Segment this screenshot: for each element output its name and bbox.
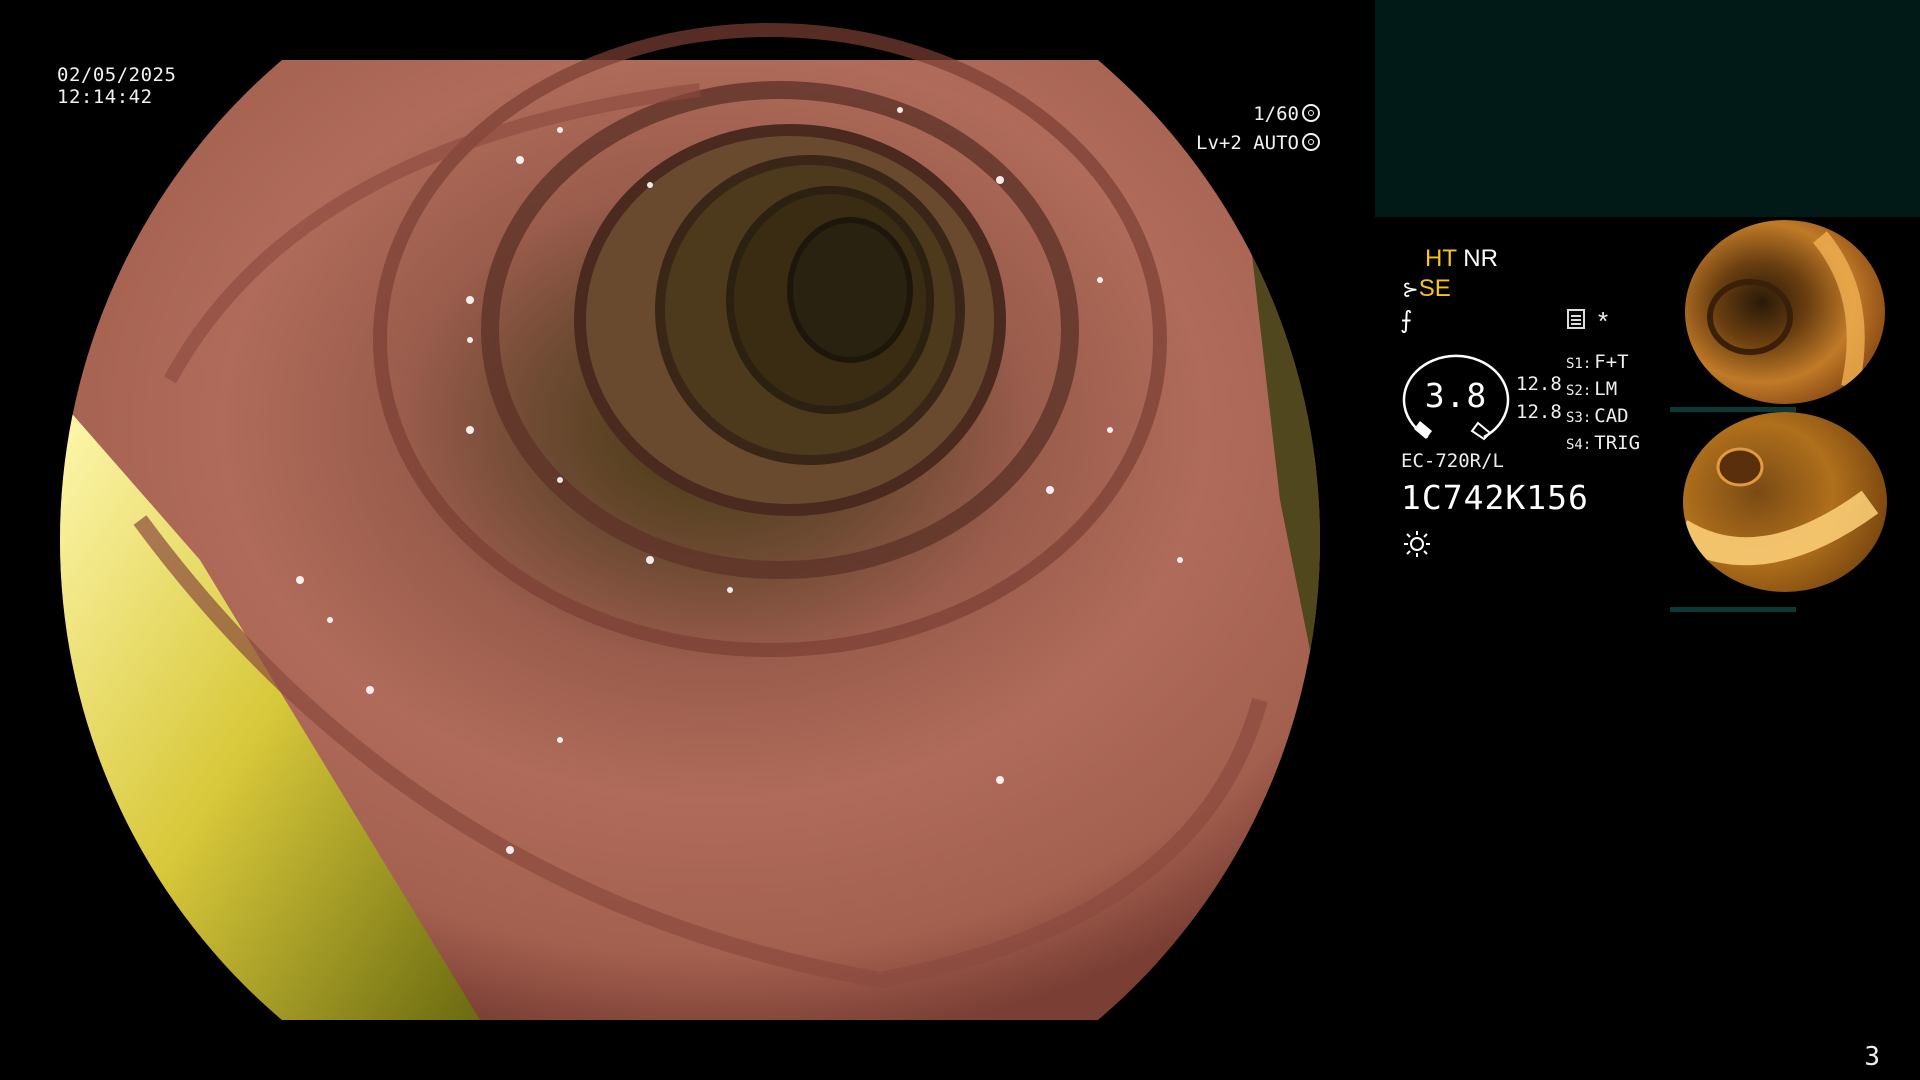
light-icon (1404, 531, 1430, 557)
timestamp: 02/05/2025 12:14:42 (57, 64, 176, 108)
brightness-text: Lv+2 AUTO (1196, 132, 1299, 154)
colon-lumen-image (60, 23, 1320, 1020)
contrast-icon: ⨍ (1400, 307, 1413, 334)
brightness-icon (1302, 133, 1320, 151)
switch-row: S2: LM (1566, 378, 1618, 400)
asterisk-icon: * (1598, 306, 1609, 336)
scope-model: EC-720R/L (1401, 450, 1504, 472)
thumbnail-image (1685, 220, 1885, 404)
mode-se: SE (1418, 275, 1451, 302)
mode-ht: HT (1425, 245, 1457, 272)
time-text: 12:14:42 (57, 86, 153, 108)
zoom-side-1: 12.8 (1516, 373, 1562, 395)
thumbnail-divider (1670, 607, 1796, 612)
captured-thumbnail[interactable] (1670, 217, 1888, 407)
scope-serial: 1C742K156 (1401, 478, 1589, 517)
endoscope-main-view (0, 0, 1375, 1080)
date-text: 02/05/2025 (57, 64, 177, 86)
zoom-side-2: 12.8 (1516, 401, 1562, 423)
shutter-text: 1/60 (1253, 103, 1299, 125)
zoom-value: 3.8 (1424, 376, 1488, 415)
switch-row: S1: F+T (1566, 351, 1629, 373)
thumbnail-image (1683, 412, 1887, 592)
scope-switches: S1: F+T S2: LM S3: CAD S4: TRIG (1566, 350, 1640, 458)
page-number: 3 (1864, 1042, 1880, 1072)
document-icon (1567, 309, 1585, 329)
info-panel-top (1375, 0, 1920, 217)
captured-thumbnail[interactable] (1670, 412, 1888, 612)
image-modes: HT NR ⊱SE (1402, 244, 1498, 305)
mode-nr: NR (1463, 245, 1498, 272)
exposure-readout: 1/60 Lv+2 AUTO (1196, 100, 1320, 158)
zoom-side-values: 12.8 12.8 (1516, 370, 1562, 426)
enhancement-icon: ⊱ (1402, 279, 1419, 301)
switch-row: S3: CAD (1566, 405, 1629, 427)
shutter-icon (1302, 104, 1320, 122)
switch-row: S4: TRIG (1566, 432, 1641, 454)
